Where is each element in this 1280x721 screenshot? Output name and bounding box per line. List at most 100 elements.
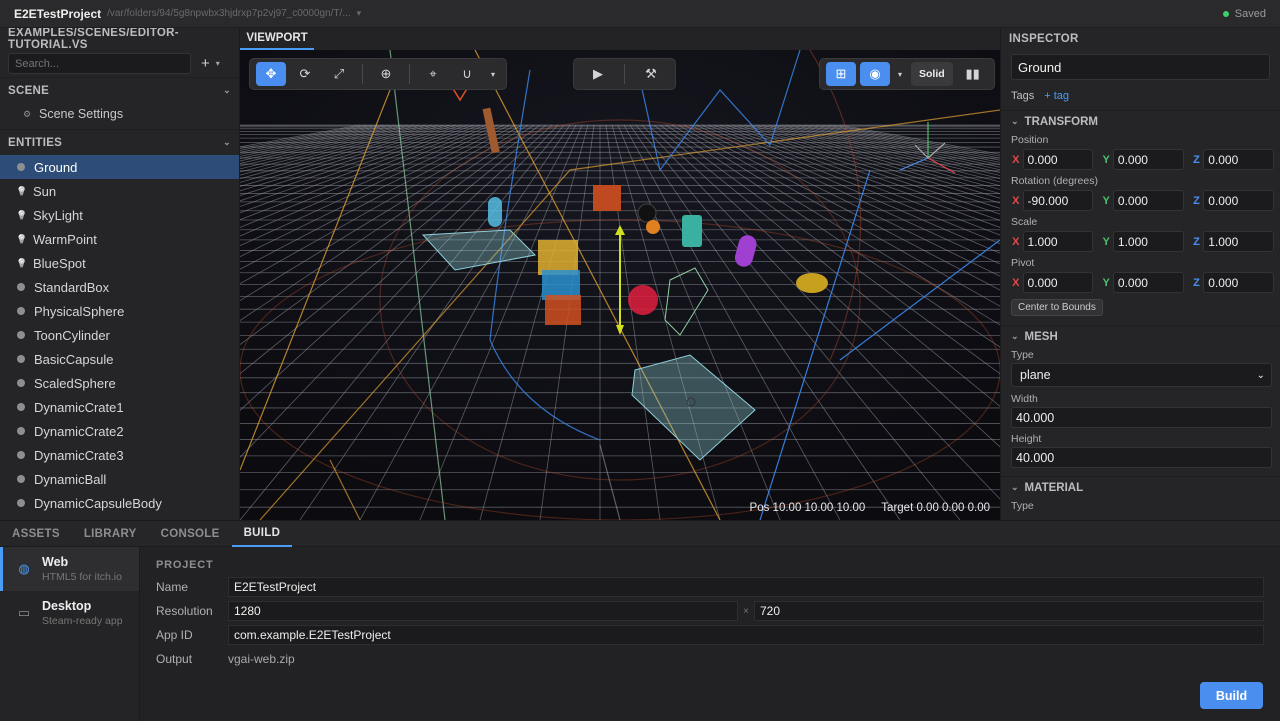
rotate-tool-button[interactable]: ⟳ [290, 62, 320, 86]
pivot-button[interactable]: ⌖ [418, 62, 448, 86]
scale-tool-button[interactable]: ⤢ [324, 62, 354, 86]
resolution-height-input[interactable]: 720 [754, 601, 1264, 621]
tab-library[interactable]: LIBRARY [72, 521, 149, 547]
entity-item[interactable]: ToonCylinder [0, 323, 239, 347]
entity-item[interactable]: StandardBox [0, 275, 239, 299]
rotation-label: Rotation (degrees) [1011, 175, 1098, 187]
output-value: vgai-web.zip [228, 652, 295, 666]
pivot-label: Pivot [1011, 257, 1035, 269]
settings-icon: ⚙ [22, 109, 32, 119]
mesh-icon [17, 307, 25, 315]
entity-item[interactable]: PhysicalSphere [0, 299, 239, 323]
tab-viewport[interactable]: VIEWPORT [240, 28, 314, 50]
entity-item[interactable]: DynamicCrate2 [0, 419, 239, 443]
viewport-3d[interactable]: ✥ ⟳ ⤢ ⊕ ⌖ ∪ ▾ ▶ ⚒ ⊞ ◉ ▾ Solid ▮▮ Pos 10.… [240, 50, 1000, 520]
mesh-icon [17, 379, 25, 387]
resolution-width-input[interactable]: 1280 [228, 601, 738, 621]
entity-item[interactable]: 💡 BlueSpot [0, 251, 239, 275]
saved-label: Saved [1234, 8, 1266, 20]
global-space-button[interactable]: ⊕ [371, 62, 401, 86]
snap-magnet-button[interactable]: ∪ [452, 62, 482, 86]
camera-pos: Pos 10.00 10.00 10.00 [749, 502, 866, 514]
add-entity-button[interactable]: + [201, 55, 210, 72]
center-to-bounds-button[interactable]: Center to Bounds [1011, 299, 1103, 316]
search-input[interactable] [8, 53, 191, 74]
entity-label: DynamicCrate1 [34, 399, 124, 415]
axis-label: Y [1102, 153, 1110, 166]
build-button[interactable]: Build [1200, 682, 1263, 709]
entities-section-header[interactable]: ENTITIES ⌄ [0, 129, 239, 155]
entity-item[interactable]: DynamicCapsuleBody [0, 491, 239, 515]
transform-section-header[interactable]: ⌄ TRANSFORM [1001, 110, 1280, 132]
entity-label: DynamicCrate3 [34, 447, 124, 463]
project-path[interactable]: /var/folders/94/5g8npwbx3hjdrxp7p2vj97_c… [107, 8, 351, 19]
position-label: Position [1011, 134, 1049, 146]
rotation-y-input[interactable]: 0.000 [1112, 190, 1184, 211]
pivot-x-input[interactable]: 0.000 [1022, 272, 1094, 293]
light-icon: 💡 [16, 258, 28, 268]
mesh-type-select[interactable]: plane ⌄ [1011, 363, 1272, 387]
target-desktop[interactable]: ▭ Desktop Steam-ready app [0, 591, 139, 635]
add-tag-button[interactable]: + tag [1044, 90, 1069, 102]
entity-label: DynamicCapsuleBody [34, 495, 162, 511]
move-tool-button[interactable]: ✥ [256, 62, 286, 86]
mesh-icon [17, 403, 25, 411]
app-id-label: App ID [156, 628, 193, 642]
chevron-down-icon[interactable]: ▾ [894, 62, 906, 86]
play-button[interactable]: ▶ [580, 62, 616, 86]
chevron-down-icon[interactable]: ▾ [486, 62, 500, 86]
entity-item[interactable]: 💡 WarmPoint [0, 227, 239, 251]
rotation-x-input[interactable]: -90.000 [1022, 190, 1094, 211]
stats-chart-button[interactable]: ▮▮ [958, 62, 988, 86]
entity-label: StandardBox [34, 279, 110, 295]
entity-label: PhysicalSphere [34, 303, 125, 319]
entity-name-input[interactable]: Ground [1011, 54, 1270, 80]
light-icon: 💡 [16, 234, 28, 244]
visibility-eye-button[interactable]: ◉ [860, 62, 890, 86]
width-label: Width [1011, 393, 1038, 405]
entity-item[interactable]: BasicCapsule [0, 347, 239, 371]
entity-item[interactable]: 💡 SkyLight [0, 203, 239, 227]
mesh-icon [17, 499, 25, 507]
entity-label: ToonCylinder [34, 327, 110, 343]
mesh-icon [17, 451, 25, 459]
width-input[interactable]: 40.000 [1011, 407, 1272, 428]
globe-icon: ◍ [18, 561, 30, 576]
tab-console[interactable]: CONSOLE [149, 521, 232, 547]
axis-label: Z [1193, 235, 1200, 248]
scene-path: EXAMPLES/SCENES/EDITOR-TUTORIAL.VS [8, 28, 179, 51]
grid-view-button[interactable]: ⊞ [826, 62, 856, 86]
entity-item[interactable]: DynamicBall [0, 467, 239, 491]
mesh-section-header[interactable]: ⌄ MESH [1001, 325, 1280, 347]
scene-settings-item[interactable]: ⚙ Scene Settings [0, 103, 239, 125]
chevron-down-icon[interactable]: ▾ [216, 59, 220, 68]
pivot-z-input[interactable]: 0.000 [1203, 272, 1275, 293]
shading-solid-button[interactable]: Solid [911, 62, 953, 86]
project-name-input[interactable]: E2ETestProject [228, 577, 1264, 597]
target-web[interactable]: ◍ Web HTML5 for itch.io [0, 547, 139, 591]
scene-section-header[interactable]: SCENE ⌄ [0, 77, 239, 103]
tab-assets[interactable]: ASSETS [0, 521, 72, 547]
height-input[interactable]: 40.000 [1011, 447, 1272, 468]
scale-x-input[interactable]: 1.000 [1022, 231, 1094, 252]
scale-z-input[interactable]: 1.000 [1203, 231, 1275, 252]
axis-label: X [1012, 276, 1020, 289]
position-y-input[interactable]: 0.000 [1112, 149, 1184, 170]
material-section-header[interactable]: ⌄ MATERIAL [1001, 476, 1280, 498]
entity-item[interactable]: 💡 Sun [0, 179, 239, 203]
app-id-input[interactable]: com.example.E2ETestProject [228, 625, 1264, 645]
position-z-input[interactable]: 0.000 [1203, 149, 1275, 170]
entity-item[interactable]: Ground [0, 155, 239, 179]
scale-y-input[interactable]: 1.000 [1112, 231, 1184, 252]
pivot-y-input[interactable]: 0.000 [1112, 272, 1184, 293]
scene-canvas[interactable] [240, 50, 1000, 520]
position-x-input[interactable]: 0.000 [1022, 149, 1094, 170]
entity-item[interactable]: DynamicCrate3 [0, 443, 239, 467]
entity-item[interactable]: ScaledSphere [0, 371, 239, 395]
rotation-z-input[interactable]: 0.000 [1203, 190, 1275, 211]
chevron-down-icon[interactable]: ▾ [357, 8, 362, 19]
tab-build[interactable]: BUILD [231, 521, 293, 547]
build-hammer-button[interactable]: ⚒ [633, 62, 669, 86]
chevron-down-icon: ⌄ [223, 137, 231, 147]
entity-item[interactable]: DynamicCrate1 [0, 395, 239, 419]
